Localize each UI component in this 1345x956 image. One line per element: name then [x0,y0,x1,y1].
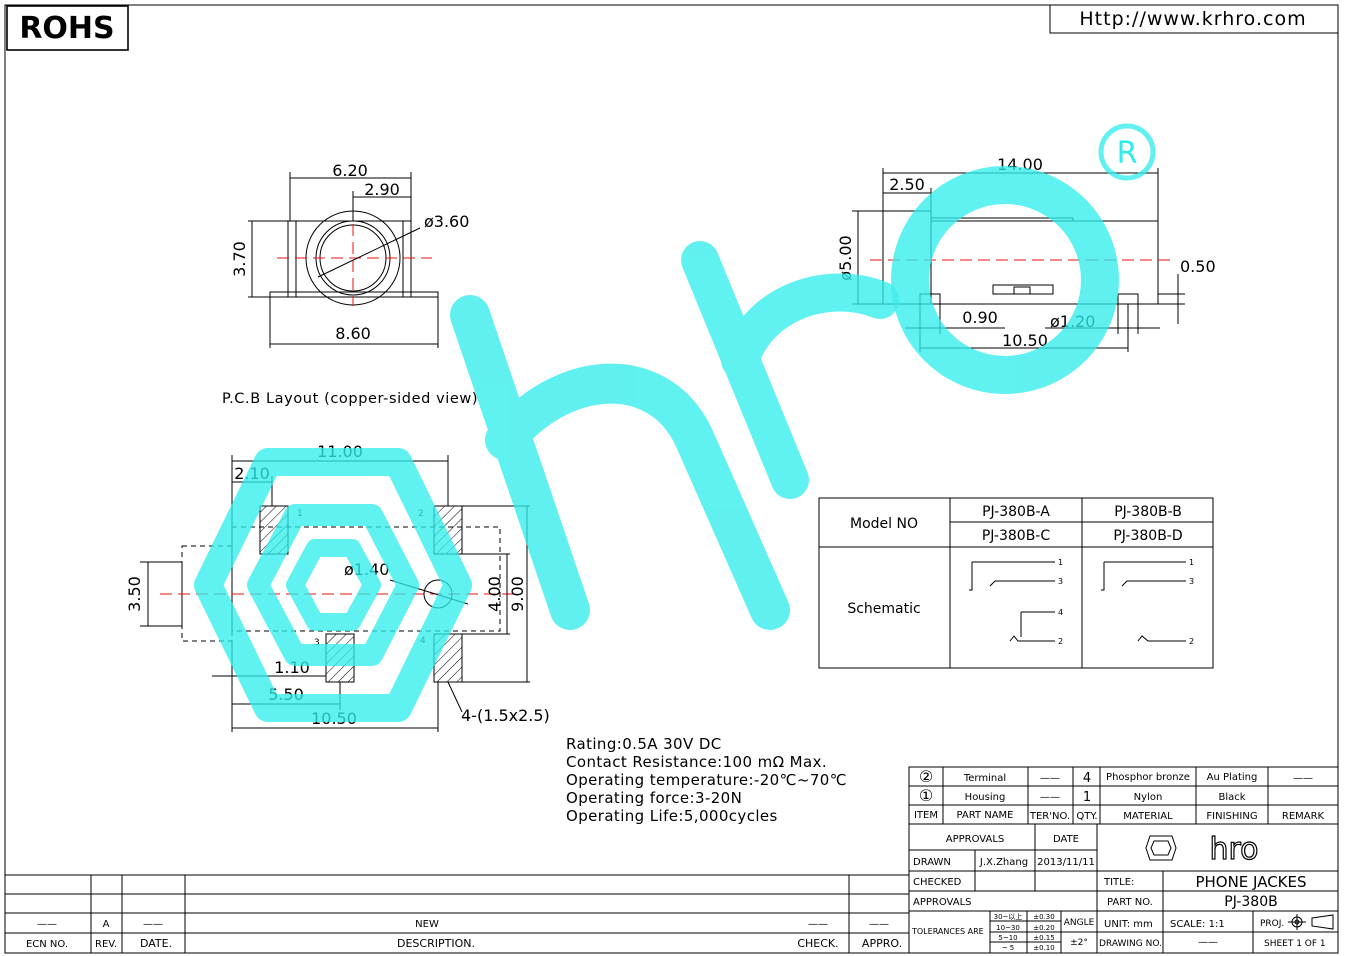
bom-ter: —— [1040,773,1060,784]
bom-ter: —— [1040,792,1060,803]
bom-name: Terminal [963,773,1006,784]
drawn-date: 2013/11/11 [1037,857,1095,868]
bom-header-remark: REMARK [1282,811,1325,822]
pcb-layout-title: P.C.B Layout (copper-sided view) [222,391,478,407]
bom-header-material: MATERIAL [1123,811,1173,822]
pin-label: 2 [1189,637,1194,646]
tol-value: ±0.20 [1033,924,1054,932]
bom-header-item: ITEM [914,810,938,821]
checked-label: CHECKED [913,877,962,888]
bom-qty: 4 [1083,771,1091,786]
pin-label: 4 [1058,608,1063,617]
dim-front-base: 8.60 [335,324,371,343]
website-url: Http://www.krhro.com [1079,8,1306,30]
dim-pcb-pad: 4-(1.5x2.5) [461,706,550,725]
pin-label: 1 [1058,558,1063,567]
rev-header-date: DATE. [140,937,172,950]
bom-header-name: PART NAME [956,810,1013,821]
front-view [248,172,439,348]
registered-mark: R [1117,136,1138,171]
tol-range: ~ 5 [1002,944,1015,952]
pin-label: 1 [1189,558,1194,567]
rev-header-appro: APPRO. [862,937,902,950]
tolerances-label: TOLERANCES ARE [911,927,984,936]
bom-finish: Au Plating [1207,772,1258,783]
dim-front-width: 6.20 [332,161,368,180]
company-logo: hro [1209,832,1258,867]
title-label: TITLE: [1103,877,1134,888]
bom-header-ter: TER'NO. [1029,811,1070,822]
model-d: PJ-380B-D [1113,528,1182,544]
bom-finish: Black [1218,792,1245,803]
schematic-label: Schematic [847,601,920,617]
sheet-label: SHEET 1 OF 1 [1264,939,1326,949]
tol-range: 10~30 [996,924,1020,932]
rev-header-description: DESCRIPTION. [397,937,475,950]
date-header: DATE [1053,834,1079,845]
drawn-label: DRAWN [913,857,951,868]
tol-range: 5~10 [998,934,1017,942]
approvals-header: APPROVALS [946,834,1005,845]
model-c: PJ-380B-C [982,528,1051,544]
angle-label: ANGLE [1064,918,1095,928]
dim-pcb-h1: 3.50 [125,576,144,612]
projection-label: PROJ. [1260,919,1284,929]
title-value: PHONE JACKES [1195,873,1306,891]
rev-header-check: CHECK. [797,937,838,950]
spec-line: Rating:0.5A 30V DC [566,735,722,753]
rev-header-rev: REV. [95,939,117,950]
approvals-label: APPROVALS [913,897,972,908]
bom-header-finish: FINISHING [1206,811,1257,822]
spec-line: Operating temperature:-20℃~70℃ [566,771,847,789]
bom-material: Phosphor bronze [1106,772,1190,783]
rev-date: —— [143,919,163,930]
tol-range: 30~以上 [994,912,1023,921]
hro-watermark [194,123,1156,722]
spec-line: Contact Resistance:100 mΩ Max. [566,753,827,771]
bom-header-qty: QTY. [1076,811,1097,822]
model-b: PJ-380B-B [1114,504,1182,520]
bom-remark: —— [1293,773,1313,784]
rohs-label: ROHS [19,11,114,46]
tol-value: ±0.15 [1033,934,1054,942]
scale-label: SCALE: 1:1 [1170,919,1225,930]
model-no-label: Model NO [850,516,918,532]
drawing-no-label: DRAWING NO. [1099,939,1162,949]
drawn-by: J.X.Zhang [979,857,1028,868]
spec-line: Operating force:3-20N [566,789,742,807]
rev-description: NEW [415,919,439,930]
model-a: PJ-380B-A [982,504,1050,520]
angle-value: ±2° [1070,938,1088,948]
pin-label: 2 [1058,637,1063,646]
rev-appro: —— [869,919,889,930]
dim-side-pin: 0.90 [962,308,998,327]
dim-front-offset: 2.90 [364,180,400,199]
tol-value: ±0.30 [1033,913,1054,921]
dim-side-head: 2.50 [889,175,925,194]
bom-name: Housing [965,792,1006,803]
bom-item: ② [919,767,933,786]
dim-pcb-h3: 9.00 [508,576,527,612]
bom-item: ① [919,786,933,805]
pin-label: 3 [1058,577,1063,586]
spec-line: Operating Life:5,000cycles [566,807,778,825]
part-no-label: PART NO. [1107,897,1153,908]
rev-ecn: —— [37,919,57,930]
rev-letter: A [103,919,110,930]
rev-header-ecn: ECN NO. [26,939,68,950]
dim-front-height: 3.70 [230,241,249,277]
unit-label: UNIT: mm [1104,919,1153,930]
tol-value: ±0.10 [1033,944,1054,952]
dim-side-gap: 0.50 [1180,257,1216,276]
drawing-sheet: ROHS Http://www.krhro.com 6.20 2.90 ø3.6… [4,4,1339,954]
dim-front-dia: ø3.60 [424,212,469,231]
dim-pcb-h2: 4.00 [485,576,504,612]
bom-material: Nylon [1134,792,1163,803]
bom-qty: 1 [1083,790,1091,805]
rev-check: —— [808,919,828,930]
drawing-no-value: —— [1198,937,1218,948]
part-no-value: PJ-380B [1224,894,1277,910]
pin-label: 3 [1189,577,1194,586]
